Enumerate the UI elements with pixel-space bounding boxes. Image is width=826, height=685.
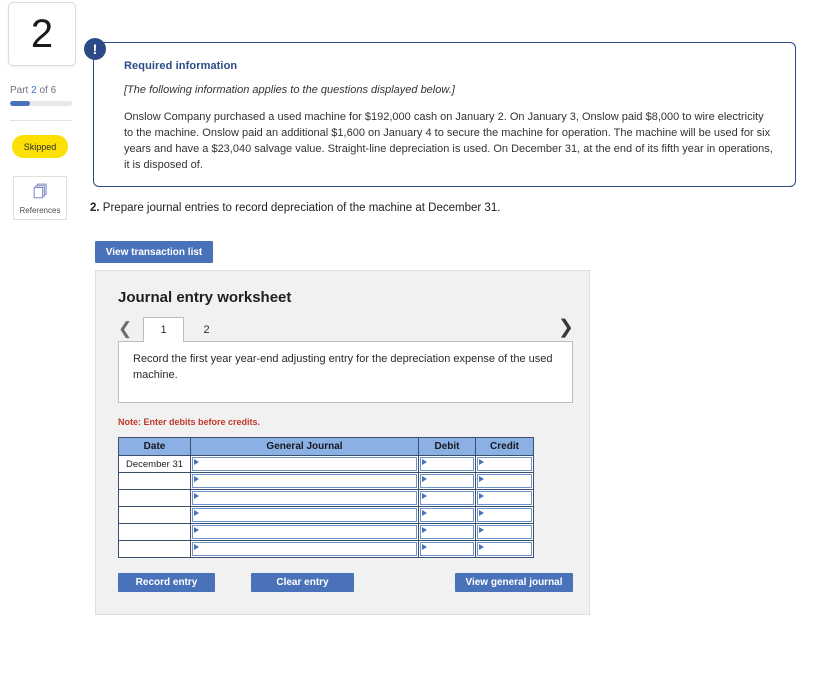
cell-date[interactable] bbox=[118, 540, 191, 558]
worksheet-tab-1[interactable]: 1 bbox=[143, 317, 184, 342]
cell-date[interactable] bbox=[118, 489, 191, 507]
dropdown-caret-icon[interactable] bbox=[192, 491, 417, 505]
cell-debit-select[interactable] bbox=[418, 489, 476, 507]
cell-date[interactable]: December 31 bbox=[118, 455, 191, 473]
cell-credit-select[interactable] bbox=[475, 523, 534, 541]
dropdown-caret-icon[interactable] bbox=[477, 525, 532, 539]
dropdown-caret-icon[interactable] bbox=[477, 542, 532, 556]
table-row bbox=[118, 489, 534, 507]
cell-general-journal-select[interactable] bbox=[190, 489, 419, 507]
debits-before-credits-note: Note: Enter debits before credits. bbox=[118, 417, 261, 427]
dropdown-caret-icon[interactable] bbox=[192, 457, 417, 471]
cell-debit-select[interactable] bbox=[418, 523, 476, 541]
cell-date[interactable] bbox=[118, 506, 191, 524]
required-information-note: [The following information applies to th… bbox=[124, 84, 455, 96]
journal-entry-worksheet-panel: Journal entry worksheet ❮ 1 2 ❯ Record t… bbox=[95, 270, 590, 615]
cell-credit-select[interactable] bbox=[475, 506, 534, 524]
journal-entry-table: Date General Journal Debit Credit Decemb… bbox=[118, 437, 534, 558]
table-row bbox=[118, 506, 534, 524]
column-header-credit: Credit bbox=[475, 437, 534, 456]
cell-debit-select[interactable] bbox=[418, 540, 476, 558]
required-information-title: Required information bbox=[124, 60, 238, 72]
part-suffix: of 6 bbox=[36, 85, 57, 96]
rail-divider bbox=[10, 120, 72, 121]
progress-bar bbox=[10, 101, 72, 106]
column-header-date: Date bbox=[118, 437, 191, 456]
dropdown-caret-icon[interactable] bbox=[420, 457, 474, 471]
question-prompt-text: Prepare journal entries to record deprec… bbox=[102, 202, 501, 214]
cell-credit-select[interactable] bbox=[475, 540, 534, 558]
column-header-general-journal: General Journal bbox=[190, 437, 419, 456]
table-row: December 31 bbox=[118, 455, 534, 473]
worksheet-instruction-text: Record the first year year-end adjusting… bbox=[133, 353, 553, 381]
left-rail: 2 Part 2 of 6 Skipped References bbox=[0, 0, 84, 685]
status-badge-label: Skipped bbox=[23, 141, 57, 152]
cell-date[interactable] bbox=[118, 523, 191, 541]
question-prompt-number: 2. bbox=[90, 202, 100, 214]
worksheet-tab-2[interactable]: 2 bbox=[186, 317, 227, 342]
cell-credit-select[interactable] bbox=[475, 455, 534, 473]
cell-general-journal-select[interactable] bbox=[190, 540, 419, 558]
dropdown-caret-icon[interactable] bbox=[420, 525, 474, 539]
part-prefix: Part bbox=[10, 85, 32, 96]
dropdown-caret-icon[interactable] bbox=[192, 525, 417, 539]
cell-general-journal-select[interactable] bbox=[190, 472, 419, 490]
dropdown-caret-icon[interactable] bbox=[477, 457, 532, 471]
table-row bbox=[118, 472, 534, 490]
copy-stack-icon bbox=[32, 182, 49, 204]
required-information-body: Onslow Company purchased a used machine … bbox=[124, 111, 773, 171]
question-prompt: 2. Prepare journal entries to record dep… bbox=[90, 202, 500, 214]
required-information-panel: Required information [The following info… bbox=[93, 42, 796, 187]
cell-general-journal-select[interactable] bbox=[190, 455, 419, 473]
worksheet-tab-2-label: 2 bbox=[203, 323, 210, 336]
worksheet-tab-strip: ❮ 1 2 ❯ bbox=[118, 317, 574, 342]
view-transaction-list-button[interactable]: View transaction list bbox=[95, 241, 213, 263]
part-progress-label: Part 2 of 6 bbox=[10, 85, 56, 96]
table-row bbox=[118, 523, 534, 541]
cell-general-journal-select[interactable] bbox=[190, 523, 419, 541]
cell-date[interactable] bbox=[118, 472, 191, 490]
cell-debit-select[interactable] bbox=[418, 506, 476, 524]
cell-debit-select[interactable] bbox=[418, 455, 476, 473]
dropdown-caret-icon[interactable] bbox=[192, 474, 417, 488]
cell-general-journal-select[interactable] bbox=[190, 506, 419, 524]
dropdown-caret-icon[interactable] bbox=[477, 491, 532, 505]
view-general-journal-button[interactable]: View general journal bbox=[455, 573, 573, 592]
clear-entry-button[interactable]: Clear entry bbox=[251, 573, 354, 592]
status-badge[interactable]: Skipped bbox=[12, 135, 68, 158]
record-entry-button[interactable]: Record entry bbox=[118, 573, 215, 592]
dropdown-caret-icon[interactable] bbox=[420, 474, 474, 488]
table-row bbox=[118, 540, 534, 558]
cell-credit-select[interactable] bbox=[475, 472, 534, 490]
chevron-right-icon[interactable]: ❯ bbox=[558, 318, 574, 337]
dropdown-caret-icon[interactable] bbox=[420, 542, 474, 556]
dropdown-caret-icon[interactable] bbox=[477, 508, 532, 522]
dropdown-caret-icon[interactable] bbox=[477, 474, 532, 488]
chevron-left-icon[interactable]: ❮ bbox=[118, 320, 132, 337]
references-label: References bbox=[19, 205, 61, 215]
column-header-debit: Debit bbox=[418, 437, 476, 456]
progress-bar-fill bbox=[10, 101, 31, 106]
cell-credit-select[interactable] bbox=[475, 489, 534, 507]
question-number-card: 2 bbox=[8, 2, 76, 66]
cell-debit-select[interactable] bbox=[418, 472, 476, 490]
question-number-value: 2 bbox=[30, 12, 54, 56]
table-header-row: Date General Journal Debit Credit bbox=[118, 437, 534, 456]
dropdown-caret-icon[interactable] bbox=[420, 508, 474, 522]
worksheet-tab-1-label: 1 bbox=[160, 324, 167, 336]
worksheet-instruction-box: Record the first year year-end adjusting… bbox=[118, 341, 573, 403]
dropdown-caret-icon[interactable] bbox=[192, 542, 417, 556]
references-button[interactable]: References bbox=[13, 176, 67, 220]
dropdown-caret-icon[interactable] bbox=[420, 491, 474, 505]
exclamation-icon: ! bbox=[84, 38, 106, 60]
dropdown-caret-icon[interactable] bbox=[192, 508, 417, 522]
worksheet-title: Journal entry worksheet bbox=[118, 289, 292, 306]
